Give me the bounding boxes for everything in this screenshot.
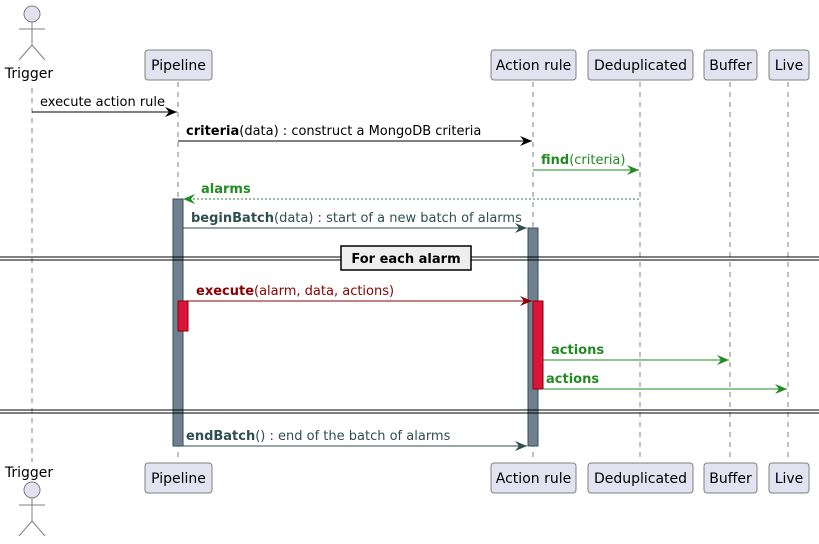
message-method: beginBatch — [191, 211, 274, 226]
message-method: actions — [551, 343, 604, 358]
messages: execute action rule criteria(data) : cons… — [32, 95, 787, 451]
message-criteria: criteria(data) : construct a MongoDB cri… — [178, 124, 532, 146]
actor-icon — [18, 481, 46, 537]
message-text: (criteria) — [569, 153, 625, 168]
actor-icon — [18, 5, 46, 61]
message-actions: actions — [543, 343, 729, 365]
participant-label: Buffer — [709, 471, 752, 487]
message-label: alarms — [201, 182, 251, 197]
message-method: execute — [196, 284, 254, 299]
message-execute: execute(alarm, data, actions) — [188, 284, 532, 306]
participant-label: Live — [775, 471, 804, 487]
participant-dedup-bottom: Deduplicated — [587, 462, 694, 494]
participant-trigger-bottom: Trigger — [4, 465, 54, 537]
participant-label: Action rule — [496, 471, 571, 487]
participant-label: Trigger — [4, 66, 54, 82]
message-find: find(criteria) — [533, 153, 639, 175]
message-alarms: alarms — [183, 182, 639, 204]
message-method: alarms — [201, 182, 251, 197]
message-actions: actions — [543, 372, 787, 394]
participant-label: Live — [775, 58, 804, 74]
participant-buffer-bottom: Buffer — [703, 462, 758, 494]
message-text: (data) : start of a new batch of alarms — [274, 211, 522, 226]
activation-pipeline-execute — [177, 300, 189, 332]
participant-label: Deduplicated — [594, 471, 687, 487]
participants: Trigger Trigger Pipeline Pipeline Action rul… — [4, 5, 810, 537]
message-label: criteria(data) : construct a MongoDB cri… — [186, 124, 481, 139]
lifelines — [31, 82, 789, 462]
participant-label: Pipeline — [151, 471, 206, 487]
participant-label: Deduplicated — [594, 58, 687, 74]
message-text: (alarm, data, actions) — [254, 284, 394, 299]
participant-actionrule-top: Action rule — [490, 49, 577, 81]
participant-live-bottom: Live — [768, 462, 810, 494]
participant-pipeline-top: Pipeline — [144, 49, 213, 81]
participant-label: Pipeline — [151, 58, 206, 74]
participant-label: Trigger — [4, 465, 54, 481]
divider-label: For each alarm — [351, 252, 460, 267]
participant-dedup-top: Deduplicated — [587, 49, 694, 81]
participant-actionrule-bottom: Action rule — [490, 462, 577, 494]
sequence-diagram: For each alarm execute action rule criter… — [0, 5, 819, 537]
message-label: find(criteria) — [541, 153, 625, 168]
message-label: execute(alarm, data, actions) — [196, 284, 394, 299]
participant-buffer-top: Buffer — [703, 49, 758, 81]
activation-actionrule-execute — [532, 300, 544, 390]
participant-live-top: Live — [768, 49, 810, 81]
message-method: endBatch — [186, 429, 255, 444]
participant-pipeline-bottom: Pipeline — [144, 462, 213, 494]
message-endbatch: endBatch() : end of the batch of alarms — [183, 429, 527, 451]
message-beginbatch: beginBatch(data) : start of a new batch … — [183, 211, 527, 233]
participant-label: Buffer — [709, 58, 752, 74]
message-method: criteria — [186, 124, 239, 139]
message-text: execute action rule — [40, 95, 165, 110]
message-text: () : end of the batch of alarms — [255, 429, 450, 444]
message-method: actions — [546, 372, 599, 387]
participant-trigger-top: Trigger — [4, 5, 54, 82]
message-label: actions — [551, 343, 604, 358]
message-label: execute action rule — [40, 95, 165, 110]
message-text: (data) : construct a MongoDB criteria — [239, 124, 481, 139]
message-label: endBatch() : end of the batch of alarms — [186, 429, 451, 444]
message-method: find — [541, 153, 569, 168]
participant-label: Action rule — [496, 58, 571, 74]
message-label: actions — [546, 372, 599, 387]
message-label: beginBatch(data) : start of a new batch … — [191, 211, 522, 226]
divider-end — [0, 409, 819, 414]
message-execute-action-rule: execute action rule — [32, 95, 177, 117]
divider-for-each-alarm: For each alarm — [0, 245, 819, 271]
